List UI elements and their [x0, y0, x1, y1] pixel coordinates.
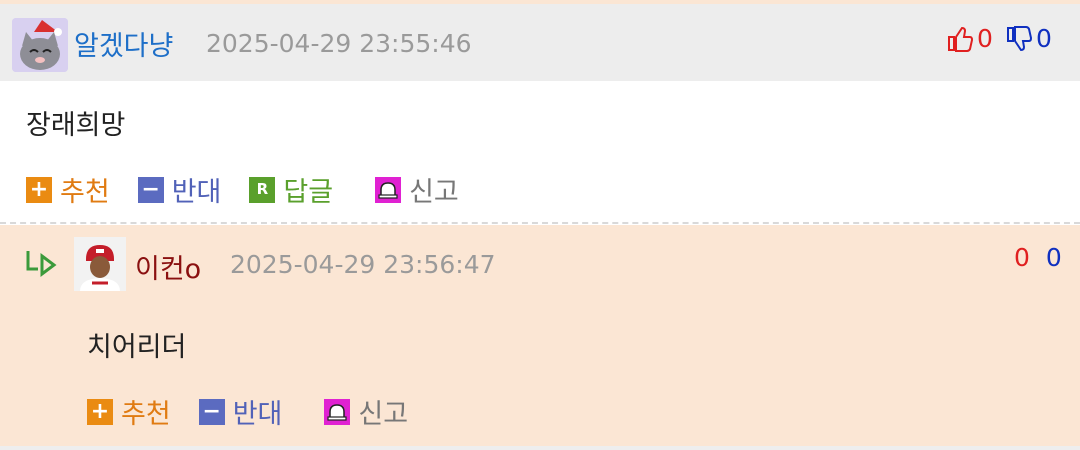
upvote-count[interactable]: 0	[1014, 243, 1030, 272]
reply-label: 답글	[283, 177, 334, 208]
thumbs-up-icon	[948, 26, 973, 52]
oppose-label: 반대	[232, 399, 283, 430]
recommend-button[interactable]: + 추천	[87, 392, 171, 431]
downvote-count[interactable]: 0	[1046, 243, 1062, 272]
downvote-count-group[interactable]: 0	[1006, 24, 1052, 53]
reply-comment: 이컨o 2025-04-29 23:56:47 0 0 치어리더 + 추천 − …	[0, 225, 1080, 446]
reply-icon: R	[249, 176, 276, 203]
comment-date: 2025-04-29 23:55:46	[206, 29, 472, 58]
recommend-label: 추천	[121, 399, 171, 430]
minus-icon: −	[198, 398, 225, 425]
report-button[interactable]: 신고	[324, 392, 408, 431]
report-button[interactable]: 신고	[375, 170, 459, 209]
minus-icon: −	[137, 176, 164, 203]
oppose-button[interactable]: − 반대	[137, 170, 222, 209]
plus-icon: +	[87, 398, 113, 425]
upvote-count-group[interactable]: 0	[947, 24, 993, 53]
comment-actions: + 추천 − 반대 신고	[87, 392, 436, 431]
oppose-label: 반대	[171, 177, 222, 208]
recommend-label: 추천	[60, 177, 110, 208]
reply-button[interactable]: R 답글	[249, 170, 333, 209]
oppose-button[interactable]: − 반대	[198, 392, 283, 431]
thumbs-down-icon	[1007, 25, 1032, 51]
comment-header: 알겠다냥 2025-04-29 23:55:46 0 0	[0, 4, 1080, 81]
comment-actions: + 추천 − 반대 R 답글 신고	[26, 170, 487, 209]
report-label: 신고	[358, 399, 409, 430]
vote-counts: 0 0	[1014, 243, 1062, 272]
player-avatar-icon[interactable]	[74, 237, 126, 291]
bottom-strip	[0, 446, 1080, 450]
comment-content: 치어리더	[87, 332, 187, 363]
comment-date: 2025-04-29 23:56:47	[230, 250, 496, 279]
siren-icon	[324, 398, 351, 425]
plus-icon: +	[26, 176, 52, 203]
cat-avatar-icon[interactable]	[12, 18, 68, 72]
nickname[interactable]: 이컨o	[135, 247, 201, 286]
siren-icon	[375, 176, 402, 203]
comment-content: 장래희망	[26, 110, 126, 141]
comment-divider	[0, 222, 1080, 224]
reply-arrow-icon	[26, 251, 57, 277]
report-label: 신고	[409, 177, 459, 208]
recommend-button[interactable]: + 추천	[26, 170, 110, 209]
nickname[interactable]: 알겠다냥	[74, 24, 173, 63]
upvote-count: 0	[977, 24, 993, 53]
downvote-count: 0	[1036, 24, 1052, 53]
